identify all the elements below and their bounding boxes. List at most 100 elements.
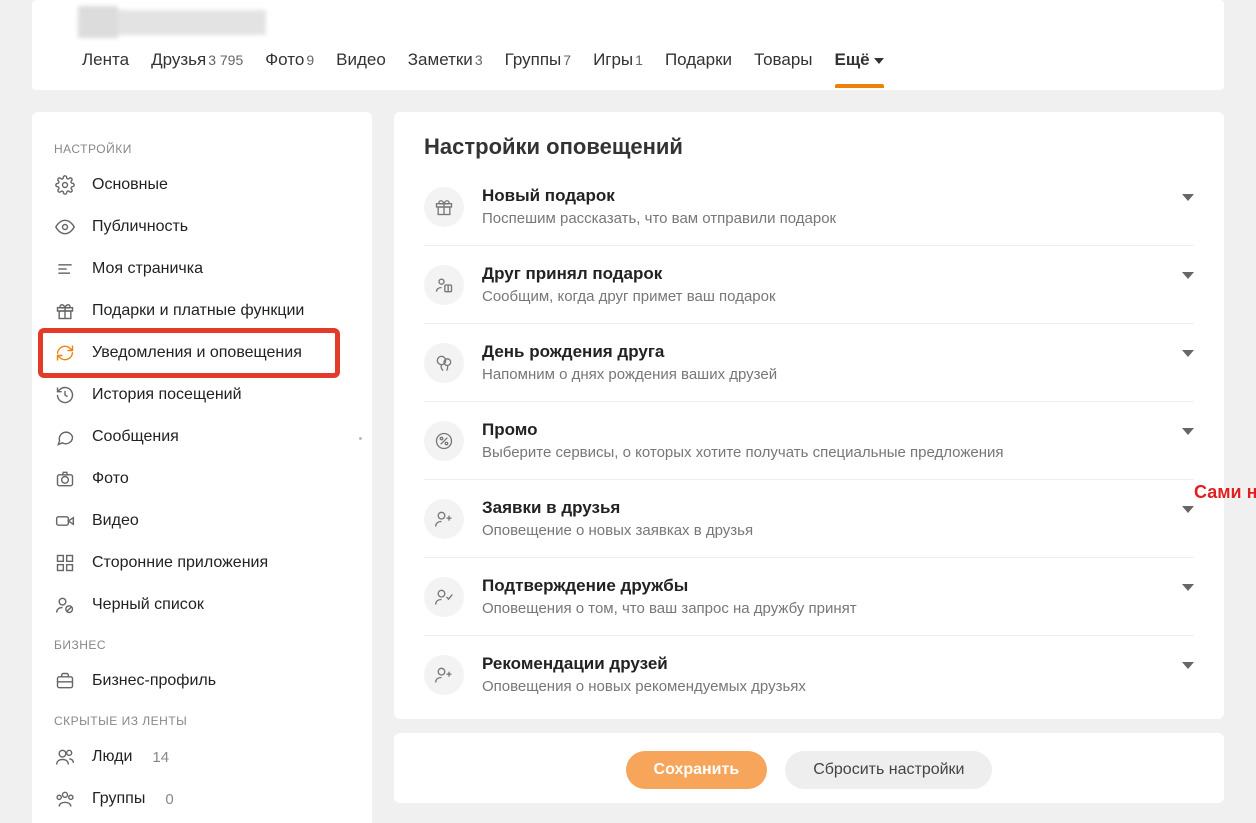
sidebar-item-blacklist[interactable]: Черный список [32, 584, 372, 626]
sidebar-item-general[interactable]: Основные [32, 164, 372, 206]
tab-friends[interactable]: Друзья3 795 [151, 50, 243, 88]
tab-label: Фото [265, 50, 304, 69]
tab-count: 3 795 [208, 52, 243, 68]
tab-count: 9 [306, 52, 314, 68]
tab-gifts[interactable]: Подарки [665, 50, 732, 88]
chevron-down-icon [1182, 506, 1194, 513]
sidebar-item-label: Уведомления и оповещения [92, 344, 302, 362]
gear-icon [54, 174, 76, 196]
reset-button[interactable]: Сбросить настройки [785, 751, 992, 789]
sidebar-item-mypage[interactable]: Моя страничка [32, 248, 372, 290]
sidebar-item-photo[interactable]: Фото [32, 458, 372, 500]
sidebar-item-label: Фото [92, 470, 129, 488]
settings-card: Настройки оповещений Новый подарок Поспе… [394, 112, 1224, 719]
tab-photos[interactable]: Фото9 [265, 50, 314, 88]
tab-label: Товары [754, 50, 812, 69]
people-icon [54, 746, 76, 768]
nav-tabs: Лента Друзья3 795 Фото9 Видео Заметки3 Г… [62, 50, 1194, 88]
gift-icon [54, 300, 76, 322]
percent-icon [424, 421, 464, 461]
tab-count: 1 [635, 52, 643, 68]
notif-title: День рождения друга [482, 342, 1164, 362]
sidebar-item-notifications[interactable]: Уведомления и оповещения [32, 332, 372, 374]
chevron-down-icon [1182, 662, 1194, 669]
tab-groups[interactable]: Группы7 [505, 50, 571, 88]
notif-row-friendship-confirmed[interactable]: Подтверждение дружбы Оповещения о том, ч… [424, 557, 1194, 635]
notif-row-friend-accepted-gift[interactable]: Друг принял подарок Сообщим, когда друг … [424, 245, 1194, 323]
sidebar-item-history[interactable]: История посещений [32, 374, 372, 416]
notif-text: Подтверждение дружбы Оповещения о том, ч… [482, 576, 1164, 617]
sidebar-item-label: Видео [92, 512, 139, 530]
user-check-icon [424, 577, 464, 617]
sidebar-section-hidden: СКРЫТЫЕ ИЗ ЛЕНТЫ [32, 702, 372, 736]
balloon-icon [424, 343, 464, 383]
notif-text: Промо Выберите сервисы, о которых хотите… [482, 420, 1164, 461]
camera-icon [54, 468, 76, 490]
tab-label: Группы [505, 50, 562, 69]
sidebar-item-video[interactable]: Видео [32, 500, 372, 542]
tab-games[interactable]: Игры1 [593, 50, 643, 88]
notif-desc: Выберите сервисы, о которых хотите получ… [482, 444, 1164, 461]
tab-label: Лента [82, 50, 129, 69]
top-nav: Лента Друзья3 795 Фото9 Видео Заметки3 Г… [32, 0, 1224, 90]
notif-title: Заявки в друзья [482, 498, 1164, 518]
tab-count: 3 [475, 52, 483, 68]
sidebar-item-label: Основные [92, 176, 168, 194]
gift-share-icon [424, 265, 464, 305]
sidebar-item-label: Группы [92, 790, 145, 808]
notif-row-friend-recommend[interactable]: Рекомендации друзей Оповещения о новых р… [424, 635, 1194, 713]
chevron-down-icon [1182, 428, 1194, 435]
user-plus-icon [424, 655, 464, 695]
notif-row-new-gift[interactable]: Новый подарок Поспешим рассказать, что в… [424, 178, 1194, 245]
sidebar-item-label: Люди [92, 748, 132, 766]
tab-feed[interactable]: Лента [82, 50, 129, 88]
tab-notes[interactable]: Заметки3 [408, 50, 483, 88]
sidebar-item-thirdparty[interactable]: Сторонние приложения [32, 542, 372, 584]
message-icon [54, 426, 76, 448]
notif-desc: Оповещения о том, что ваш запрос на друж… [482, 600, 1164, 617]
chevron-down-icon [1182, 272, 1194, 279]
notif-text: Новый подарок Поспешим рассказать, что в… [482, 186, 1164, 227]
gift-icon [424, 187, 464, 227]
sidebar-item-privacy[interactable]: Публичность [32, 206, 372, 248]
tab-label: Игры [593, 50, 633, 69]
sidebar-item-gifts[interactable]: Подарки и платные функции [32, 290, 372, 332]
tab-video[interactable]: Видео [336, 50, 386, 88]
save-button[interactable]: Сохранить [626, 751, 768, 789]
notif-text: День рождения друга Напомним о днях рожд… [482, 342, 1164, 383]
sidebar-item-messages[interactable]: Сообщения [32, 416, 372, 458]
sidebar-item-label: История посещений [92, 386, 242, 404]
notif-row-friend-birthday[interactable]: День рождения друга Напомним о днях рожд… [424, 323, 1194, 401]
chevron-down-icon [1182, 350, 1194, 357]
notif-title: Друг принял подарок [482, 264, 1164, 284]
notif-row-friend-requests[interactable]: Заявки в друзья Оповещение о новых заявк… [424, 479, 1194, 557]
video-icon [54, 510, 76, 532]
tab-label: Заметки [408, 50, 473, 69]
sidebar-item-label: Черный список [92, 596, 204, 614]
sidebar-item-business-profile[interactable]: Бизнес-профиль [32, 660, 372, 702]
tab-label: Подарки [665, 50, 732, 69]
notif-desc: Поспешим рассказать, что вам отправили п… [482, 210, 1164, 227]
tab-label: Ещё [835, 50, 870, 69]
sidebar-item-hidden-people[interactable]: Люди 14 [32, 736, 372, 778]
notif-desc: Напомним о днях рождения ваших друзей [482, 366, 1164, 383]
notif-desc: Сообщим, когда друг примет ваш подарок [482, 288, 1164, 305]
indicator-dot [359, 437, 362, 440]
notif-text: Рекомендации друзей Оповещения о новых р… [482, 654, 1164, 695]
sidebar-item-hidden-groups[interactable]: Группы 0 [32, 778, 372, 820]
tab-count: 7 [563, 52, 571, 68]
history-icon [54, 384, 76, 406]
tab-more[interactable]: Ещё [835, 50, 884, 88]
notif-text: Друг принял подарок Сообщим, когда друг … [482, 264, 1164, 305]
chevron-down-icon [1182, 194, 1194, 201]
annotation-text: Сами настройки будут немного ниже [1194, 482, 1256, 503]
notif-title: Подтверждение дружбы [482, 576, 1164, 596]
tab-goods[interactable]: Товары [754, 50, 812, 88]
sidebar: НАСТРОЙКИ Основные Публичность Моя стран… [32, 112, 372, 823]
sidebar-item-label: Моя страничка [92, 260, 203, 278]
tab-label: Видео [336, 50, 386, 69]
notif-row-promo[interactable]: Промо Выберите сервисы, о которых хотите… [424, 401, 1194, 479]
sidebar-item-count: 0 [165, 791, 173, 808]
profile-blur [84, 10, 266, 35]
groups-icon [54, 788, 76, 810]
